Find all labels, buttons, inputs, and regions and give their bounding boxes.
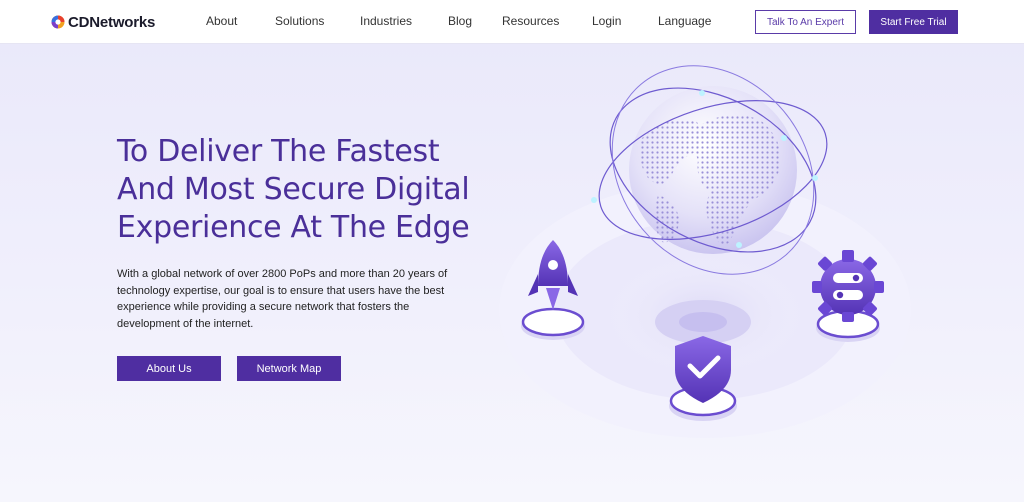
- site-header: CDNetworks About Solutions Industries Bl…: [0, 0, 1024, 44]
- headline-line: Experience At The Edge: [117, 210, 470, 245]
- nav-about[interactable]: About: [206, 14, 237, 28]
- gear-icon: [812, 250, 884, 342]
- hero-illustration: [499, 65, 911, 438]
- nav-industries[interactable]: Industries: [360, 14, 412, 28]
- about-us-button[interactable]: About Us: [117, 356, 221, 381]
- start-free-trial-button[interactable]: Start Free Trial: [869, 10, 958, 34]
- headline-line: And Most Secure Digital: [117, 172, 470, 207]
- nav-login[interactable]: Login: [592, 14, 621, 28]
- nav-solutions[interactable]: Solutions: [275, 14, 324, 28]
- logo[interactable]: CDNetworks: [51, 13, 155, 31]
- hero-description: With a global network of over 2800 PoPs …: [117, 268, 448, 330]
- network-map-button[interactable]: Network Map: [237, 356, 341, 381]
- talk-to-expert-button[interactable]: Talk To An Expert: [755, 10, 856, 34]
- nav-resources[interactable]: Resources: [502, 14, 559, 28]
- logo-mark-icon: [51, 15, 65, 29]
- logo-text: CDNetworks: [68, 13, 156, 31]
- headline-line: To Deliver The Fastest: [117, 134, 440, 169]
- nav-language[interactable]: Language: [658, 14, 711, 28]
- nav-blog[interactable]: Blog: [448, 14, 472, 28]
- hero-headline: To Deliver The Fastest And Most Secure D…: [117, 133, 517, 247]
- shield-check-icon: [669, 336, 737, 421]
